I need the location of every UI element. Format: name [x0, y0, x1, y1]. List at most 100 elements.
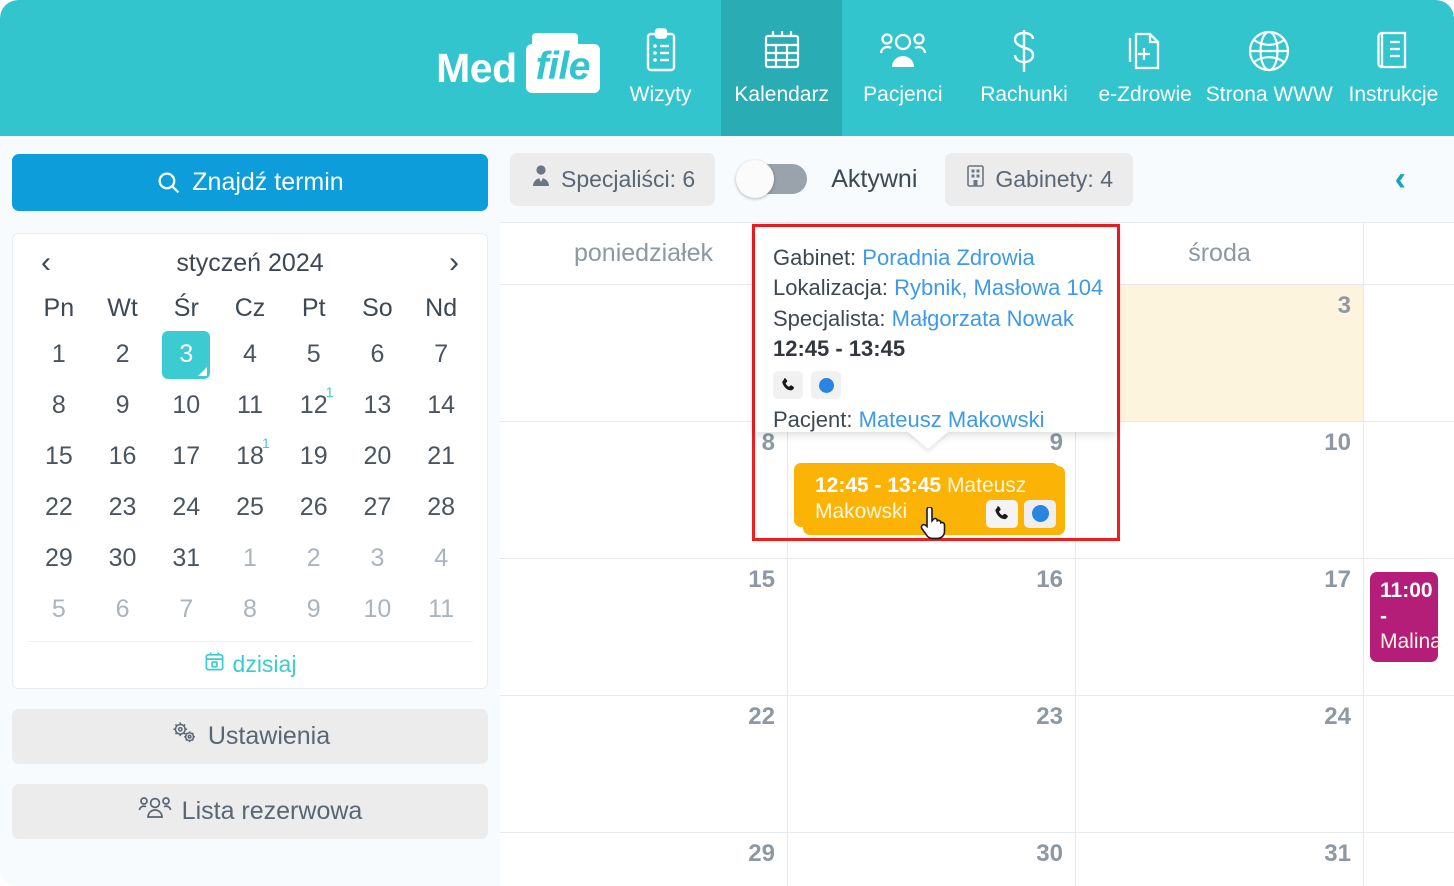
mini-calendar-day[interactable]: 13 — [346, 380, 410, 431]
mini-calendar-day[interactable]: 30 — [91, 533, 155, 584]
calendar-day-cell[interactable]: 17 — [1076, 559, 1364, 695]
calendar-day-number: 24 — [1324, 703, 1351, 730]
mini-calendar-day[interactable]: 5 — [282, 329, 346, 380]
nav-item-strona-www[interactable]: Strona WWW — [1206, 0, 1333, 136]
mini-calendar-day[interactable]: 7 — [154, 584, 218, 635]
nav-item-wizyty[interactable]: Wizyty — [600, 0, 721, 136]
mini-calendar-day[interactable]: 14 — [409, 380, 473, 431]
tooltip-location-value[interactable]: Rybnik, Masłowa 104 — [894, 275, 1103, 300]
mini-calendar-day[interactable]: 10 — [346, 584, 410, 635]
calendar-day-cell[interactable]: 23 — [788, 696, 1076, 832]
mini-calendar-day[interactable]: 3 — [346, 533, 410, 584]
brand-logo[interactable]: Med file — [0, 0, 600, 136]
calendar-day-cell[interactable] — [1364, 833, 1454, 886]
calendar-day-cell[interactable]: 30 — [788, 833, 1076, 886]
calendar-day-cell[interactable]: 29 — [500, 833, 788, 886]
mini-calendar-day[interactable]: 15 — [27, 431, 91, 482]
mini-calendar-day[interactable]: 23 — [91, 482, 155, 533]
calendar-day-cell[interactable]: 15 — [500, 559, 788, 695]
blue-dot-icon[interactable] — [811, 371, 841, 400]
mini-calendar-day[interactable]: 21 — [409, 431, 473, 482]
globe-icon — [1246, 25, 1292, 77]
mini-calendar-day[interactable]: 12 1 — [282, 380, 346, 431]
mini-calendar-day[interactable]: 11 — [218, 380, 282, 431]
calendar-day-cell[interactable]: 24 — [1076, 696, 1364, 832]
mini-calendar-day[interactable]: 31 — [154, 533, 218, 584]
mini-calendar-day-number: 1 — [51, 340, 66, 368]
nav-item-instrukcje[interactable]: Instrukcje — [1333, 0, 1454, 136]
phone-icon[interactable] — [986, 499, 1018, 528]
mini-calendar-day[interactable]: 28 — [409, 482, 473, 533]
mini-calendar-day[interactable]: 16 — [91, 431, 155, 482]
day-name: Pt — [301, 294, 326, 322]
mini-calendar-day[interactable]: 8 — [218, 584, 282, 635]
mini-calendar-day[interactable]: 4 — [409, 533, 473, 584]
mini-calendar-day-number: 11 — [237, 391, 263, 419]
mini-calendar-day[interactable]: 22 — [27, 482, 91, 533]
find-appointment-button[interactable]: Znajdź termin — [12, 154, 488, 211]
tooltip-patient-value[interactable]: Mateusz Makowski — [859, 407, 1045, 432]
mini-calendar-day[interactable]: 6 — [91, 584, 155, 635]
gears-icon — [170, 720, 198, 753]
mini-calendar-day[interactable]: 2 — [282, 533, 346, 584]
active-toggle[interactable] — [736, 160, 808, 198]
dollar-icon — [1007, 25, 1041, 77]
nav-label: Kalendarz — [734, 83, 829, 106]
mini-calendar-day[interactable]: 29 — [27, 533, 91, 584]
settings-button[interactable]: Ustawienia — [12, 709, 488, 764]
main-navigation: Wizyty Kalendarz Pacjenci Rachunki e-Zdr… — [600, 0, 1454, 136]
appointment-event-highlighted[interactable]: 12:45 - 13:45 Mateusz Makowski — [803, 466, 1065, 535]
mini-calendar-day-number: 13 — [363, 391, 392, 419]
specialists-filter-button[interactable]: Specjaliści: 6 — [510, 152, 716, 206]
mini-calendar-day[interactable]: 9 — [282, 584, 346, 635]
document-medical-icon — [1124, 25, 1166, 77]
mini-calendar-day[interactable]: 5 — [27, 584, 91, 635]
chevron-right-icon[interactable]: › — [443, 248, 465, 278]
rooms-filter-button[interactable]: Gabinety: 4 — [945, 152, 1134, 206]
blue-dot-icon[interactable] — [1024, 499, 1056, 528]
mini-calendar-day[interactable]: 1 — [218, 533, 282, 584]
mini-calendar-day[interactable]: 10 — [154, 380, 218, 431]
calendar-day-cell[interactable] — [1364, 422, 1454, 558]
calendar-day-cell[interactable] — [1364, 696, 1454, 832]
calendar-day-cell[interactable]: 16 — [788, 559, 1076, 695]
mini-calendar-day[interactable]: 11 — [409, 584, 473, 635]
nav-item-rachunki[interactable]: Rachunki — [963, 0, 1084, 136]
mini-calendar-day[interactable]: 17 — [154, 431, 218, 482]
nav-item-kalendarz[interactable]: Kalendarz — [721, 0, 843, 136]
tooltip-room-value[interactable]: Poradnia Zdrowia — [862, 245, 1034, 270]
mini-calendar-day[interactable]: 6 — [346, 329, 410, 380]
calendar-day-cell[interactable] — [500, 285, 788, 421]
mini-calendar-day-number: 6 — [370, 340, 385, 368]
mini-calendar-day[interactable]: 3 — [154, 329, 218, 380]
calendar-day-cell[interactable] — [1364, 285, 1454, 421]
mini-calendar-day[interactable]: 25 — [218, 482, 282, 533]
mini-calendar-day[interactable]: 20 — [346, 431, 410, 482]
waitlist-button[interactable]: Lista rezerwowa — [12, 784, 488, 839]
mini-calendar-day[interactable]: 27 — [346, 482, 410, 533]
calendar-day-cell[interactable]: 11:00 - Malina — [1364, 559, 1454, 695]
calendar-day-cell[interactable]: 31 — [1076, 833, 1364, 886]
appointment-event[interactable]: 11:00 - Malina — [1370, 572, 1442, 662]
phone-icon[interactable] — [773, 371, 803, 400]
mini-calendar-day[interactable]: 26 — [282, 482, 346, 533]
tooltip-specialist-value[interactable]: Małgorzata Nowak — [892, 306, 1074, 331]
mini-calendar-day[interactable]: 2 — [91, 329, 155, 380]
nav-item-pacjenci[interactable]: Pacjenci — [842, 0, 963, 136]
calendar-day-cell[interactable]: 8 — [500, 422, 788, 558]
mini-calendar-day[interactable]: 4 — [218, 329, 282, 380]
collapse-panel-button[interactable]: ‹ — [1395, 162, 1406, 196]
mini-calendar-day[interactable]: 18 1 — [218, 431, 282, 482]
calendar-day-number: 8 — [761, 429, 775, 456]
calendar-day-cell[interactable]: 22 — [500, 696, 788, 832]
chevron-left-icon[interactable]: ‹ — [35, 248, 57, 278]
mini-calendar-day-number: 9 — [306, 595, 321, 623]
mini-calendar-today-button[interactable]: dzisiaj — [27, 641, 473, 678]
mini-calendar-day[interactable]: 8 — [27, 380, 91, 431]
mini-calendar-day[interactable]: 1 — [27, 329, 91, 380]
mini-calendar-day[interactable]: 7 — [409, 329, 473, 380]
mini-calendar-day[interactable]: 9 — [91, 380, 155, 431]
nav-item-e-zdrowie[interactable]: e-Zdrowie — [1085, 0, 1206, 136]
mini-calendar-day[interactable]: 19 — [282, 431, 346, 482]
mini-calendar-day[interactable]: 24 — [154, 482, 218, 533]
